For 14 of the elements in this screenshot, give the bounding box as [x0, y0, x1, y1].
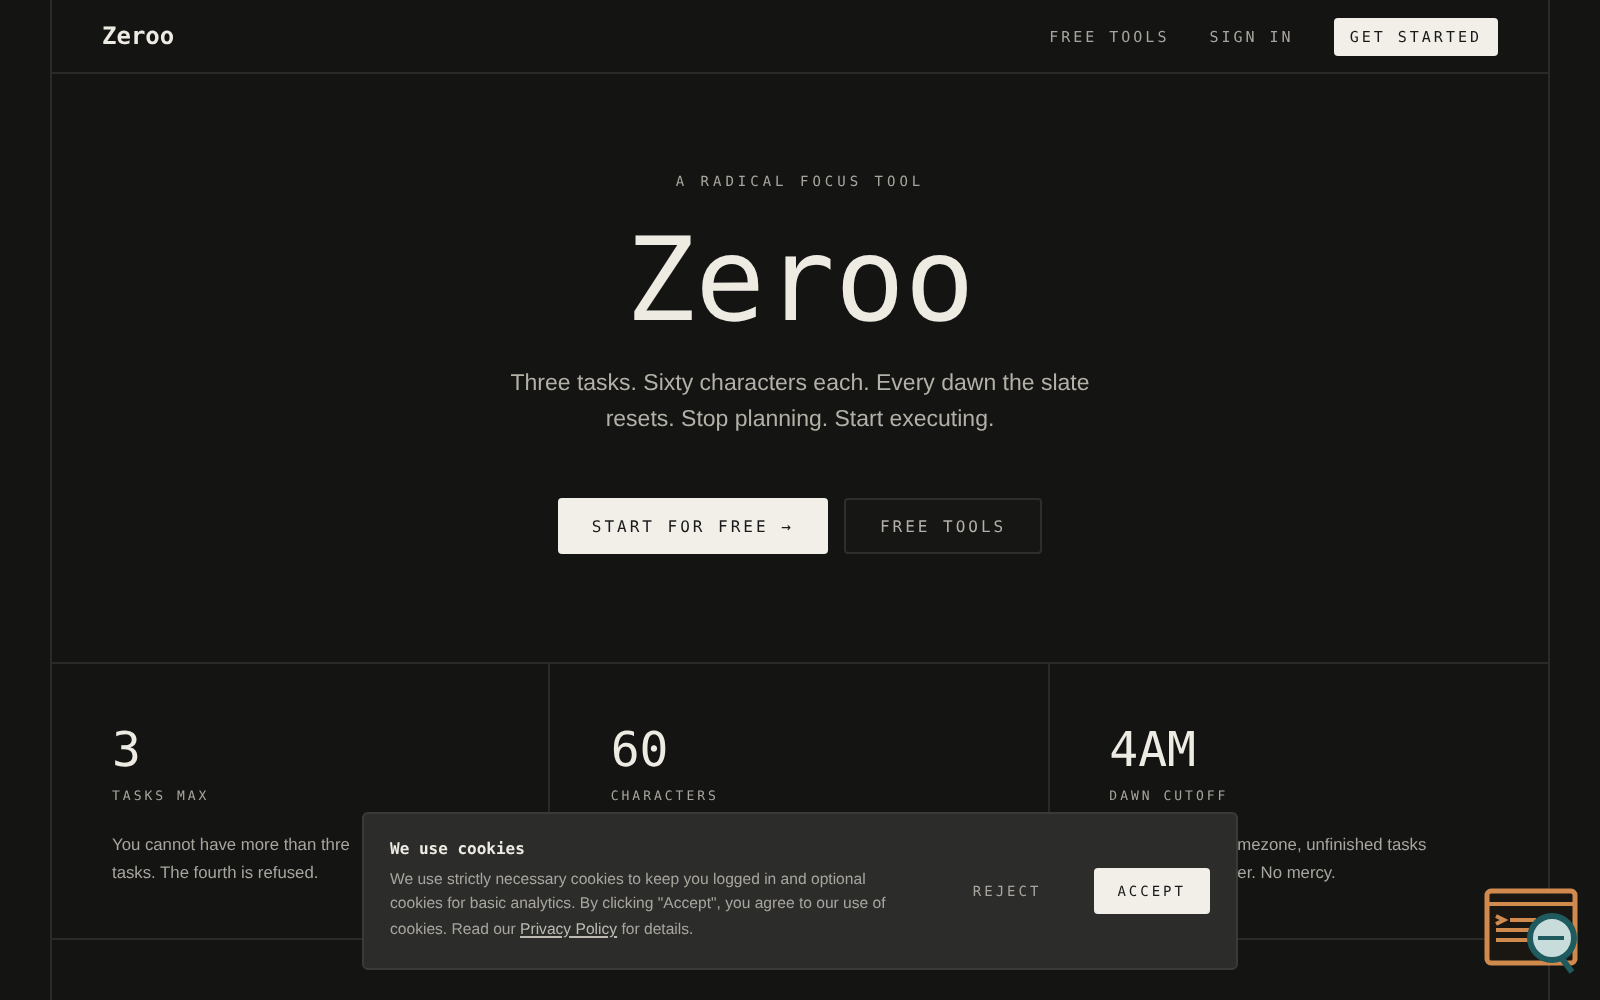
stat-value: 4AM — [1109, 720, 1199, 780]
hero-title: Zeroo — [625, 210, 975, 350]
browser-search-icon[interactable] — [1484, 888, 1584, 976]
free-tools-button[interactable]: FREE TOOLS — [843, 498, 1043, 554]
stat-description: You cannot have more than thre — [112, 832, 350, 856]
stat-value: 3 — [112, 720, 143, 780]
start-button[interactable]: START FOR FREE → — [557, 498, 828, 554]
logo[interactable]: Zeroo — [102, 22, 1010, 50]
stat-description: er. No mercy. — [1237, 860, 1336, 884]
stat-description: tasks. The fourth is refused. — [112, 860, 319, 884]
cookie-title: We use cookies — [390, 839, 527, 858]
hero-subtitle: Three tasks. Sixty characters each. Every dawn the slate resets. Stop planning. Start executing. — [510, 370, 1090, 436]
stat-description: mezone, unfinished tasks — [1237, 832, 1427, 856]
stat-value: 60 — [610, 720, 671, 780]
